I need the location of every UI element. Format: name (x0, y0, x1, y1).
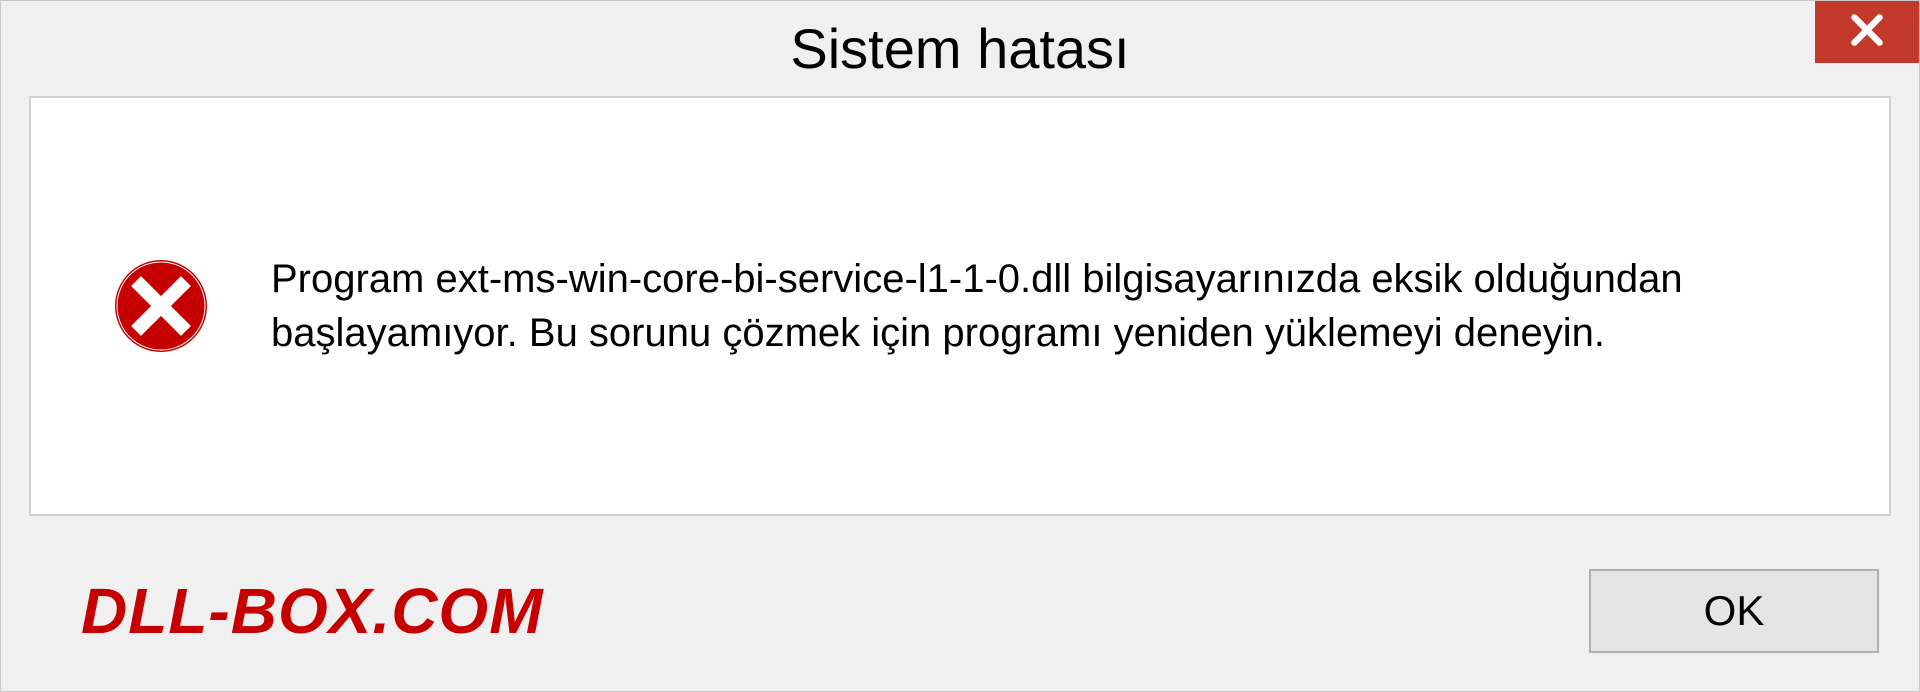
ok-button[interactable]: OK (1589, 569, 1879, 653)
dialog-titlebar: Sistem hatası (1, 1, 1919, 96)
close-icon (1849, 12, 1885, 53)
error-icon (111, 256, 211, 356)
close-button[interactable] (1815, 1, 1919, 63)
dialog-title: Sistem hatası (790, 16, 1129, 81)
dialog-footer: DLL-BOX.COM OK (1, 541, 1919, 691)
dialog-body: Program ext-ms-win-core-bi-service-l1-1-… (29, 96, 1891, 516)
error-message: Program ext-ms-win-core-bi-service-l1-1-… (271, 252, 1739, 360)
watermark-text: DLL-BOX.COM (81, 574, 544, 648)
ok-button-label: OK (1704, 587, 1765, 635)
